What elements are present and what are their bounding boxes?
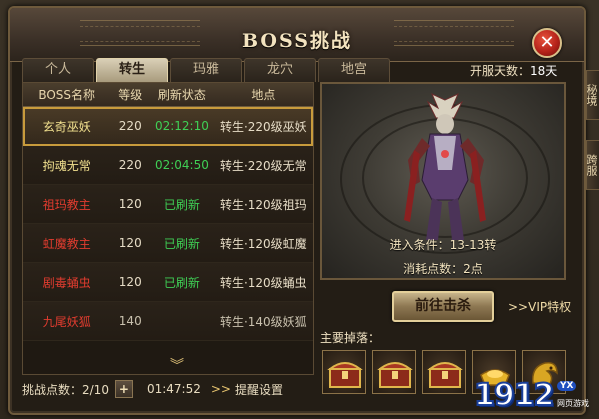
table-row[interactable]: 玄奇巫妖 220 02:12:10 转生·220级巫妖	[23, 107, 313, 146]
drop-slot[interactable]	[422, 350, 466, 394]
boss-status: 已刷新	[163, 275, 200, 290]
tab-bar: 个人 转生 玛雅 龙穴 地宫	[22, 58, 390, 82]
boss-level: 220	[118, 119, 142, 133]
challenge-points: 挑战点数：2/10	[22, 382, 109, 397]
side-tab-cross-server[interactable]: 跨服	[586, 140, 599, 190]
site-logo-subtitle: 网页游戏	[557, 399, 589, 408]
boss-level: 120	[118, 236, 142, 250]
add-points-button[interactable]: +	[114, 380, 133, 398]
side-tab-secret-realm[interactable]: 秘境	[586, 70, 599, 120]
points-timer: 01:47:52	[146, 382, 201, 396]
list-footer: 挑战点数：2/10 + 01:47:52 >> 提醒设置	[22, 376, 314, 402]
boss-location: 转生·120级祖玛	[219, 197, 307, 212]
table-header: BOSS名称 等级 刷新状态 地点	[23, 83, 313, 107]
window-title: BOSS挑战	[242, 30, 352, 52]
boss-location: 转生·120级蛹虫	[219, 275, 307, 290]
boss-location: 转生·220级巫妖	[219, 119, 307, 134]
tab-dragon-lair[interactable]: 龙穴	[244, 58, 316, 82]
server-days-label: 开服天数：	[470, 64, 531, 78]
boss-name: 九尾妖狐	[42, 314, 91, 329]
chest-icon	[427, 362, 463, 388]
scroll-down-icon[interactable]: ︾	[168, 359, 186, 373]
boss-location: 转生·220级无常	[219, 158, 307, 173]
boss-status: 已刷新	[163, 236, 200, 251]
site-logo: 1912	[473, 377, 555, 414]
boss-status: 已刷新	[163, 197, 200, 212]
main-drops-label: 主要掉落：	[320, 331, 381, 345]
vip-privilege-link[interactable]: >>VIP特权	[508, 298, 571, 315]
boss-location: 转生·140级妖狐	[219, 314, 307, 329]
title-bar: BOSS挑战 ✕	[10, 8, 584, 62]
boss-name: 玄奇巫妖	[42, 119, 91, 134]
drop-slot[interactable]	[322, 350, 366, 394]
boss-status: 02:04:50	[154, 158, 209, 172]
chest-icon	[377, 362, 413, 388]
boss-preview: 进入条件：13-13转 消耗点数：2点	[320, 82, 566, 280]
boss-level: 140	[118, 314, 142, 328]
remind-settings-link[interactable]: 提醒设置	[235, 381, 283, 398]
boss-level: 120	[118, 275, 142, 289]
boss-name: 拘魂无常	[42, 158, 91, 173]
boss-status: 02:12:10	[154, 119, 209, 133]
header-level: 等级	[118, 88, 143, 102]
boss-model-image	[404, 93, 486, 240]
site-logo-badge: YX	[557, 381, 577, 391]
entry-condition: 进入条件：13-13转	[389, 238, 497, 252]
tab-maya[interactable]: 玛雅	[170, 58, 242, 82]
table-row[interactable]: 虹魔教主 120 已刷新 转生·120级虹魔	[23, 224, 313, 263]
table-row[interactable]: 拘魂无常 220 02:04:50 转生·220级无常	[23, 146, 313, 185]
remind-arrows-icon: >>	[210, 382, 231, 396]
boss-level: 220	[118, 158, 142, 172]
chest-icon	[327, 362, 363, 388]
boss-name: 剧毒蛹虫	[42, 275, 91, 290]
header-status: 刷新状态	[157, 88, 206, 102]
boss-name: 虹魔教主	[42, 236, 91, 251]
boss-location: 转生·120级虹魔	[219, 236, 307, 251]
boss-level: 120	[118, 197, 142, 211]
tab-underground-palace[interactable]: 地宫	[318, 58, 390, 82]
boss-list-panel: BOSS名称 等级 刷新状态 地点 玄奇巫妖 220 02:12:10 转生·2…	[22, 82, 314, 375]
server-days: 开服天数：18天	[470, 62, 557, 79]
table-row[interactable]: 剧毒蛹虫 120 已刷新 转生·120级蛹虫	[23, 263, 313, 302]
header-name: BOSS名称	[38, 88, 96, 102]
game-scene: BOSS挑战 ✕ 个人 转生 玛雅 龙穴 地宫 开服天数：18天 BOSS名称 …	[0, 0, 599, 419]
drop-slot[interactable]	[372, 350, 416, 394]
close-button[interactable]: ✕	[532, 28, 562, 58]
table-row[interactable]: 九尾妖狐 140 转生·140级妖狐	[23, 302, 313, 341]
server-days-value: 18天	[530, 64, 558, 78]
go-kill-button[interactable]: 前往击杀	[392, 291, 494, 322]
close-icon: ✕	[539, 32, 555, 53]
tab-personal[interactable]: 个人	[22, 58, 94, 82]
header-location: 地点	[251, 88, 276, 102]
cost-points: 消耗点数：2点	[403, 262, 483, 276]
table-row[interactable]: 祖玛教主 120 已刷新 转生·120级祖玛	[23, 185, 313, 224]
tab-rebirth[interactable]: 转生	[96, 58, 168, 82]
boss-name: 祖玛教主	[42, 197, 91, 212]
